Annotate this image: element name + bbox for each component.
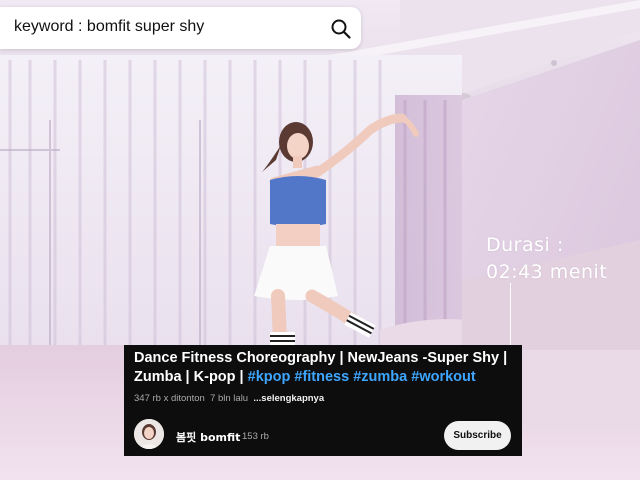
channel-name[interactable]: 봄핏 bomfit	[176, 429, 240, 445]
subscribe-button[interactable]: Subscribe	[444, 421, 511, 450]
hashtag-kpop[interactable]: #kpop	[248, 369, 291, 385]
video-info-card[interactable]: Dance Fitness Choreography | NewJeans -S…	[124, 345, 522, 456]
show-more-link[interactable]: ...selengkapnya	[253, 393, 324, 404]
hashtag-zumba[interactable]: #zumba	[353, 369, 407, 385]
video-meta: 347 rb x ditonton 7 bln lalu ...selengka…	[134, 393, 324, 404]
view-count: 347 rb x ditonton	[134, 393, 205, 404]
duration-value: 02:43 menit	[486, 261, 608, 283]
search-input[interactable]: keyword : bomfit super shy	[14, 18, 204, 36]
search-bar[interactable]: keyword : bomfit super shy	[0, 7, 361, 49]
channel-avatar[interactable]	[134, 419, 164, 449]
video-title[interactable]: Dance Fitness Choreography | NewJeans -S…	[134, 349, 514, 387]
video-title-line1: Dance Fitness Choreography | NewJeans -S…	[134, 350, 508, 366]
duration-label: Durasi :	[486, 234, 564, 256]
search-icon[interactable]	[330, 18, 352, 40]
subscriber-count: 153 rb	[242, 431, 269, 442]
video-title-line2: Zumba | K-pop |	[134, 369, 244, 385]
hashtag-workout[interactable]: #workout	[411, 369, 475, 385]
hashtag-fitness[interactable]: #fitness	[294, 369, 349, 385]
upload-age: 7 bln lalu	[210, 393, 249, 404]
